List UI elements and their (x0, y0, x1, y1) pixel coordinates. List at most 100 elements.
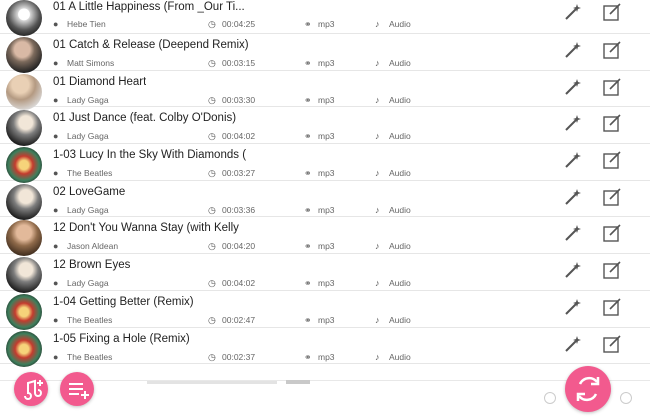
track-row[interactable]: 02 LoveGame ● Lady Gaga ◷ 00:03:36 ⚭ mp3 ♪ A… (0, 181, 650, 220)
magic-wand-icon[interactable] (563, 334, 583, 354)
edit-icon[interactable] (602, 150, 622, 170)
artist-name: Lady Gaga (67, 131, 109, 142)
duration-value: 00:03:30 (222, 94, 256, 105)
small-circle-right[interactable] (620, 392, 632, 404)
clock-icon: ◷ (208, 94, 216, 105)
track-type: ♪ Audio (375, 241, 411, 251)
track-duration: ◷ 00:03:30 (208, 95, 255, 106)
track-format: ⚭ mp3 (304, 168, 335, 179)
track-duration: ◷ 00:04:02 (208, 131, 255, 142)
add-list-button[interactable] (60, 372, 94, 406)
magic-wand-icon[interactable] (563, 113, 583, 133)
track-format: ⚭ mp3 (304, 241, 335, 252)
track-row[interactable]: 01 Just Dance (feat. Colby O'Donis) ● Lad… (0, 107, 650, 147)
music-note-icon: ♪ (375, 314, 380, 325)
magic-wand-icon[interactable] (563, 187, 583, 207)
edit-icon[interactable] (602, 2, 622, 22)
add-music-icon (24, 379, 43, 400)
clock-icon: ◷ (208, 351, 216, 362)
convert-button[interactable] (565, 366, 611, 412)
track-row[interactable]: 12 Brown Eyes ● Lady Gaga ◷ 00:04:02 ⚭ mp3 … (0, 254, 650, 294)
clock-icon: ◷ (208, 204, 216, 215)
small-circle-left[interactable] (544, 392, 556, 404)
artist-name: Lady Gaga (67, 278, 109, 289)
type-value: Audio (389, 94, 411, 105)
type-value: Audio (389, 204, 411, 215)
type-value: Audio (389, 278, 411, 289)
edit-icon[interactable] (602, 113, 622, 133)
magic-wand-icon[interactable] (563, 260, 583, 280)
track-row[interactable]: 01 Diamond Heart ● Lady Gaga ◷ 00:03:30 ⚭ m… (0, 71, 650, 110)
track-title: 12 Brown Eyes (53, 259, 131, 272)
track-row[interactable]: 1-03 Lucy In the Sky With Diamonds ( ● Th… (0, 144, 650, 184)
track-duration: ◷ 00:03:36 (208, 205, 255, 216)
headphones-icon: ⚭ (304, 58, 312, 68)
magic-wand-icon[interactable] (563, 297, 583, 317)
edit-icon[interactable] (602, 260, 622, 280)
add-music-button[interactable] (14, 372, 48, 406)
format-value: mp3 (318, 241, 335, 252)
magic-wand-icon[interactable] (563, 77, 583, 97)
person-icon: ● (53, 131, 59, 142)
track-title: 1-04 Getting Better (Remix) (53, 295, 194, 308)
track-row[interactable]: 01 Catch & Release (Deepend Remix) ● Matt… (0, 34, 650, 73)
track-format: ⚭ mp3 (304, 352, 335, 363)
track-type: ♪ Audio (375, 19, 411, 29)
format-value: mp3 (318, 351, 335, 362)
magic-wand-icon[interactable] (563, 2, 583, 22)
track-type: ♪ Audio (375, 58, 411, 68)
duration-value: 00:03:27 (222, 168, 256, 179)
edit-icon[interactable] (602, 223, 622, 243)
track-title: 02 LoveGame (53, 185, 126, 198)
edit-icon[interactable] (602, 40, 622, 60)
scroll-track[interactable] (147, 381, 277, 384)
edit-icon[interactable] (602, 187, 622, 207)
track-format: ⚭ mp3 (304, 315, 335, 326)
magic-wand-icon[interactable] (563, 223, 583, 243)
track-type: ♪ Audio (375, 352, 411, 362)
track-title: 01 Catch & Release (Deepend Remix) (53, 39, 249, 51)
track-type: ♪ Audio (375, 278, 411, 288)
person-icon: ● (53, 351, 59, 362)
headphones-icon: ⚭ (304, 131, 312, 142)
album-art (6, 37, 42, 73)
headphones-icon: ⚭ (304, 278, 312, 289)
track-row[interactable]: 1-04 Getting Better (Remix) ● The Beatles… (0, 291, 650, 330)
scroll-thumb[interactable] (286, 380, 310, 384)
type-value: Audio (389, 131, 411, 142)
track-artist: ● The Beatles (53, 168, 112, 178)
track-artist: ● The Beatles (53, 352, 112, 362)
artist-name: The Beatles (67, 168, 113, 179)
track-artist: ● Matt Simons (53, 58, 114, 68)
duration-value: 00:04:25 (222, 19, 256, 29)
format-value: mp3 (318, 131, 335, 142)
track-row[interactable]: 01 A Little Happiness (From _Our Ti... ●… (0, 0, 650, 36)
format-value: mp3 (318, 278, 335, 289)
artist-name: Lady Gaga (67, 94, 109, 105)
edit-icon[interactable] (602, 334, 622, 354)
music-note-icon: ♪ (375, 131, 380, 142)
music-note-icon: ♪ (375, 241, 380, 252)
edit-icon[interactable] (602, 297, 622, 317)
edit-icon[interactable] (602, 77, 622, 97)
person-icon: ● (53, 58, 59, 68)
person-icon: ● (53, 241, 59, 252)
track-row[interactable]: 1-05 Fixing a Hole (Remix) ● The Beatles … (0, 328, 650, 367)
album-art (6, 147, 42, 184)
music-note-icon: ♪ (375, 94, 380, 105)
clock-icon: ◷ (208, 241, 216, 252)
magic-wand-icon[interactable] (563, 40, 583, 60)
track-title: 1-05 Fixing a Hole (Remix) (53, 332, 190, 345)
clock-icon: ◷ (208, 168, 216, 179)
album-art (6, 330, 42, 367)
magic-wand-icon[interactable] (563, 150, 583, 170)
format-value: mp3 (318, 204, 335, 215)
track-row[interactable]: 12 Don't You Wanna Stay (with Kelly ● Jas… (0, 217, 650, 257)
clock-icon: ◷ (208, 131, 216, 142)
artist-name: The Beatles (67, 314, 113, 325)
clock-icon: ◷ (208, 58, 216, 68)
headphones-icon: ⚭ (304, 168, 312, 179)
track-duration: ◷ 00:04:02 (208, 278, 255, 289)
music-note-icon: ♪ (375, 58, 380, 68)
track-type: ♪ Audio (375, 205, 411, 215)
